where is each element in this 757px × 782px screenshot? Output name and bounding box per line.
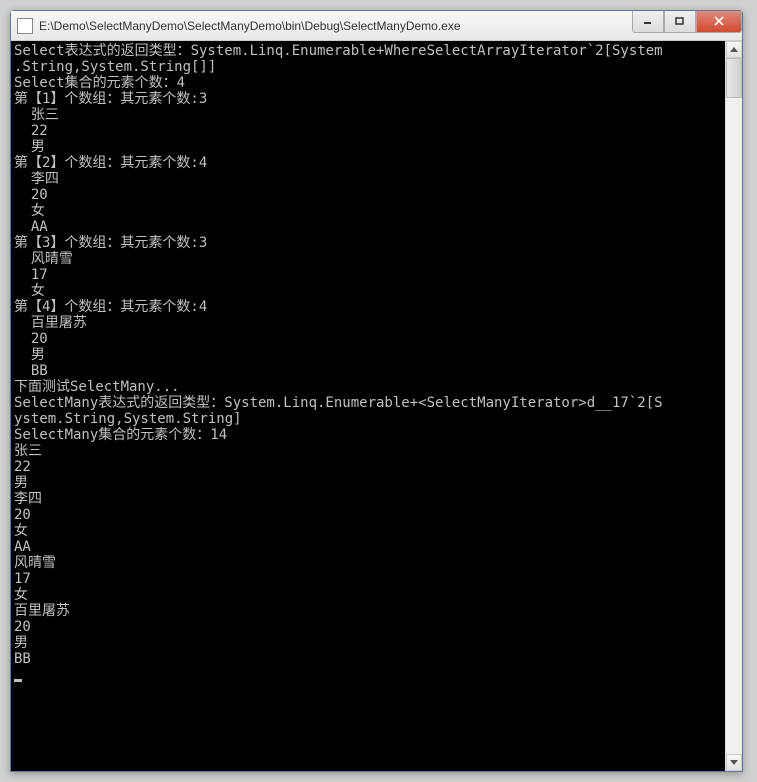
console-line: 20: [14, 507, 722, 523]
titlebar[interactable]: E:\Demo\SelectManyDemo\SelectManyDemo\bi…: [11, 11, 742, 41]
console-line: 20: [14, 619, 722, 635]
window-controls: [632, 11, 742, 33]
console-line: 17: [14, 571, 722, 587]
console-line: 女: [14, 203, 722, 219]
console-line: AA: [14, 539, 722, 555]
console-line: 李四: [14, 171, 722, 187]
console-line: 张三: [14, 443, 722, 459]
text-cursor: [14, 679, 22, 682]
console-line: 女: [14, 283, 722, 299]
console-line: .String,System.String[]]: [14, 59, 722, 75]
console-line: 22: [14, 123, 722, 139]
console-line: ystem.String,System.String]: [14, 411, 722, 427]
maximize-icon: [675, 16, 685, 26]
console-line: 风晴雪: [14, 555, 722, 571]
console-line: Select集合的元素个数：4: [14, 75, 722, 91]
maximize-button[interactable]: [664, 11, 696, 33]
console-line: AA: [14, 219, 722, 235]
console-line: 第【1】个数组：其元素个数:3: [14, 91, 722, 107]
console-body: Select表达式的返回类型：System.Linq.Enumerable+Wh…: [11, 41, 742, 771]
minimize-button[interactable]: [632, 11, 664, 33]
window-title: E:\Demo\SelectManyDemo\SelectManyDemo\bi…: [39, 19, 632, 33]
console-line: 张三: [14, 107, 722, 123]
minimize-icon: [643, 16, 653, 26]
console-line: 女: [14, 523, 722, 539]
console-line: 李四: [14, 491, 722, 507]
console-line: 男: [14, 635, 722, 651]
console-line: 男: [14, 347, 722, 363]
console-line: 第【2】个数组：其元素个数:4: [14, 155, 722, 171]
console-line: 20: [14, 331, 722, 347]
console-line: BB: [14, 651, 722, 667]
console-line: 第【3】个数组：其元素个数:3: [14, 235, 722, 251]
vertical-scrollbar[interactable]: [725, 41, 742, 771]
console-line: 百里屠苏: [14, 315, 722, 331]
chevron-up-icon: [730, 47, 738, 52]
console-line: 20: [14, 187, 722, 203]
console-line: 22: [14, 459, 722, 475]
console-line: 男: [14, 475, 722, 491]
app-icon: [17, 18, 33, 34]
scroll-down-button[interactable]: [726, 754, 742, 771]
console-line: BB: [14, 363, 722, 379]
close-icon: [713, 15, 725, 27]
console-line: 百里屠苏: [14, 603, 722, 619]
console-line: 第【4】个数组：其元素个数:4: [14, 299, 722, 315]
console-line: 下面测试SelectMany...: [14, 379, 722, 395]
console-line: SelectMany集合的元素个数：14: [14, 427, 722, 443]
chevron-down-icon: [730, 760, 738, 765]
console-line: Select表达式的返回类型：System.Linq.Enumerable+Wh…: [14, 43, 722, 59]
console-output: Select表达式的返回类型：System.Linq.Enumerable+Wh…: [11, 41, 725, 771]
console-line: 风晴雪: [14, 251, 722, 267]
scroll-up-button[interactable]: [726, 41, 742, 58]
console-line: 男: [14, 139, 722, 155]
scroll-thumb[interactable]: [726, 58, 742, 98]
console-line: 女: [14, 587, 722, 603]
console-line: 17: [14, 267, 722, 283]
console-line: SelectMany表达式的返回类型：System.Linq.Enumerabl…: [14, 395, 722, 411]
console-window: E:\Demo\SelectManyDemo\SelectManyDemo\bi…: [10, 10, 743, 772]
close-button[interactable]: [696, 11, 742, 33]
scroll-track[interactable]: [726, 58, 742, 754]
